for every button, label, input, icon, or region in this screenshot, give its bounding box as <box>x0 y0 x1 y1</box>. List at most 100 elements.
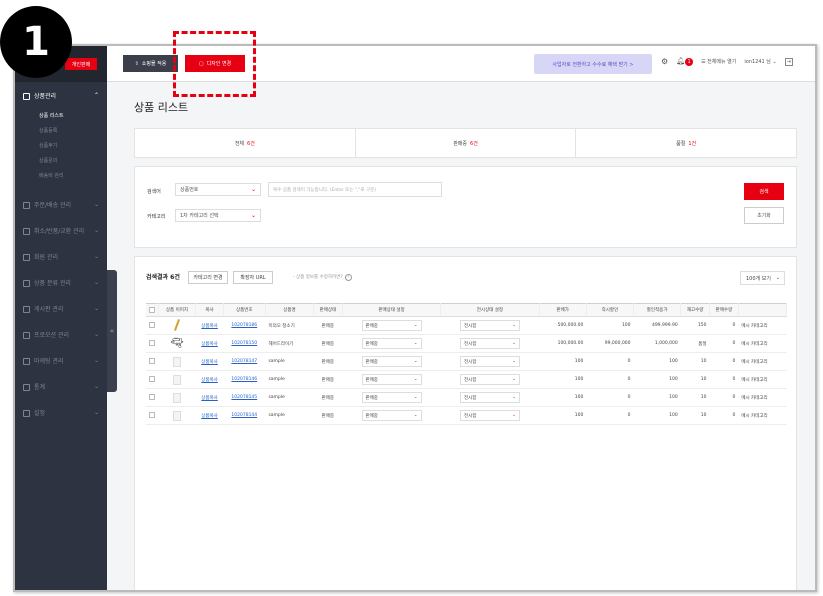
chevron-down-icon: ⌄ <box>93 200 99 208</box>
product-id-link[interactable]: 102078147 <box>231 359 257 364</box>
row-select-cell <box>146 406 158 425</box>
business-promo-button[interactable]: 사업자로 전환하고 수수료 혜택 받기 > <box>534 54 652 74</box>
copy-product-link[interactable]: 상품복사 <box>201 378 218 383</box>
tab-all[interactable]: 전체 6건 <box>135 129 356 157</box>
sidebar-menu-0[interactable]: 상품관리 ⌃ <box>15 82 107 108</box>
display-status-select[interactable]: 전시함 ⌄ <box>459 320 520 331</box>
keyword-type-select[interactable]: 상품번호 ⌄ <box>175 183 261 196</box>
row-checkbox[interactable] <box>149 340 155 347</box>
sidebar-menu-1[interactable]: 주문/배송 관리 ⌄ <box>15 191 107 217</box>
display-status-setting-cell: 전시함 ⌄ <box>440 316 540 335</box>
placeholder-thumbnail <box>172 374 181 385</box>
apply-shop-button[interactable]: ⇧ 쇼핑몰 적용 <box>123 55 178 72</box>
row-checkbox[interactable] <box>149 322 155 329</box>
sidebar-subitem-2[interactable]: 상품후기 <box>15 138 107 153</box>
row-checkbox[interactable] <box>149 376 155 383</box>
row-checkbox[interactable] <box>149 358 155 365</box>
sidebar-subitem-3[interactable]: 상품문의 <box>15 153 107 168</box>
sidebar-menu-7[interactable]: 마케팅 관리 ⌄ <box>15 347 107 373</box>
table-row[interactable]: 상품복사 102078186 미의오 청소기 판매중 판매중 ⌄ 전시함 ⌄ 500,000.0… <box>146 316 787 335</box>
menu-category-icon <box>23 227 30 235</box>
table-row[interactable]: 🔫︎ 상품복사 102078150 헤어드라이기 판매중 판매중 ⌄ 전시함 ⌄ 100,000.… <box>146 334 787 353</box>
product-table: 상품 이미지 복사 상품번호 상품명 판매상태 판매상태 설정 전시상태 설정 판매가 즉시할인… <box>146 303 788 425</box>
sale-status-value: 판매중 <box>365 377 378 383</box>
column-header: 상품명 <box>265 303 314 317</box>
sidebar-menu-2[interactable]: 취소/반품/교환 관리 ⌄ <box>15 217 107 243</box>
display-status-select[interactable]: 전시함 ⌄ <box>459 356 520 367</box>
tab-sold-out-count: 1건 <box>688 140 697 147</box>
stock-quantity: 품절 <box>680 334 710 353</box>
display-status-setting-cell: 전시함 ⌄ <box>440 370 540 389</box>
per-page-select[interactable]: 100개 보기 ⌄ <box>740 271 785 285</box>
tab-on-sale[interactable]: 판매중 6건 <box>356 129 577 157</box>
product-name: sample <box>265 370 314 389</box>
chevron-down-icon: ⌄ <box>512 413 516 418</box>
sale-status: 판매중 <box>313 334 343 353</box>
category-select[interactable]: 1차 카테고리 선택 ⌄ <box>175 209 261 222</box>
gear-icon[interactable]: ⚙ <box>661 57 668 66</box>
copy-product-link[interactable]: 상품복사 <box>201 396 218 401</box>
sidebar-menu-6[interactable]: 프로모션 관리 ⌄ <box>15 321 107 347</box>
extension-url-button[interactable]: 확장자 URL <box>233 271 273 284</box>
chevron-down-icon: ⌄ <box>413 323 418 328</box>
product-id-link[interactable]: 102078145 <box>231 395 257 400</box>
sale-status-select[interactable]: 판매중 ⌄ <box>361 356 422 367</box>
sidebar-menu-8[interactable]: 통계 ⌄ <box>15 373 107 399</box>
sale-status-select[interactable]: 판매중 ⌄ <box>361 374 422 385</box>
help-icon[interactable]: ? <box>344 274 352 281</box>
row-checkbox[interactable] <box>149 412 155 419</box>
table-row[interactable]: 상품복사 102078146 sample 판매중 판매중 ⌄ 전시함 ⌄ 100 0 100 10 0… <box>146 370 787 389</box>
copy-product-link[interactable]: 상품복사 <box>201 414 218 419</box>
row-checkbox[interactable] <box>149 394 155 401</box>
display-status-select[interactable]: 전시함 ⌄ <box>459 374 520 385</box>
sidebar-subitem-4[interactable]: 배송비 관리 <box>15 168 107 183</box>
sidebar-menu-3[interactable]: 회원 관리 ⌄ <box>15 243 107 269</box>
sidebar-collapse-toggle[interactable]: « <box>107 270 117 392</box>
table-row[interactable]: 상품복사 102078145 sample 판매중 판매중 ⌄ 전시함 ⌄ 100 0 100 10 0… <box>146 388 787 407</box>
logout-icon[interactable]: ⇥ <box>784 57 793 66</box>
table-row[interactable]: 상품복사 102078144 sample 판매중 판매중 ⌄ 전시함 ⌄ 100 0 100 10 0… <box>146 406 787 425</box>
tab-sold-out[interactable]: 품절 1건 <box>576 129 796 157</box>
select-all-checkbox[interactable] <box>148 306 155 313</box>
column-header: 전시상태 설정 <box>440 303 540 317</box>
copy-product-link[interactable]: 상품복사 <box>201 342 218 347</box>
chevron-down-icon: ⌄ <box>512 341 516 346</box>
discounted-price: 100 <box>633 370 681 389</box>
product-id-link[interactable]: 102078150 <box>231 341 257 346</box>
sidebar-menu-9[interactable]: 설정 ⌄ <box>15 399 107 425</box>
product-id-link[interactable]: 102078186 <box>231 323 257 328</box>
sale-status-select[interactable]: 판매중 ⌄ <box>361 410 422 421</box>
product-id-link[interactable]: 102078146 <box>231 377 257 382</box>
sidebar-menu-5[interactable]: 게시판 관리 ⌄ <box>15 295 107 321</box>
sidebar-menu-4[interactable]: 상품 분류 관리 ⌄ <box>15 269 107 295</box>
table-row[interactable]: 상품복사 102078147 sample 판매중 판매중 ⌄ 전시함 ⌄ 100 0 100 10 0… <box>146 352 787 371</box>
copy-product-link[interactable]: 상품복사 <box>201 360 218 365</box>
menu-category-icon <box>23 357 30 365</box>
change-category-button[interactable]: 카테고리 변경 <box>188 271 228 284</box>
select-all-cell <box>146 303 159 317</box>
search-button[interactable]: 검색 <box>744 183 784 200</box>
sale-status-select[interactable]: 판매중 ⌄ <box>361 338 422 349</box>
sidebar-subitem-0[interactable]: 상품 리스트 <box>15 108 107 123</box>
sale-status-select[interactable]: 판매중 ⌄ <box>361 392 422 403</box>
chevron-down-icon: ⌄ <box>512 323 516 328</box>
bell-icon[interactable]: 🔔︎ 1 <box>676 57 694 66</box>
user-menu[interactable]: ion1241 님 ⌄ <box>744 58 776 65</box>
chevron-down-icon: ⌄ <box>512 377 516 382</box>
image-cell <box>158 388 196 407</box>
product-id-link[interactable]: 102078144 <box>231 413 257 418</box>
display-status-select[interactable]: 전시함 ⌄ <box>459 338 520 349</box>
copy-product-link[interactable]: 상품복사 <box>201 324 218 329</box>
keyword-type-value: 상품번호 <box>180 187 199 193</box>
sale-status-value: 판매중 <box>365 413 378 419</box>
keyword-input[interactable]: 복수 상품 검색이 가능합니다. (Enter 또는 ","로 구분) <box>268 182 442 197</box>
brand-logo[interactable]: 개인판매 <box>65 58 97 70</box>
reset-button[interactable]: 초기화 <box>744 207 784 224</box>
sale-status-select[interactable]: 판매중 ⌄ <box>361 320 422 331</box>
sidebar-menu-label: 게시판 관리 <box>34 305 64 313</box>
display-status-select[interactable]: 전시함 ⌄ <box>459 410 520 421</box>
product-name: 미의오 청소기 <box>265 316 314 335</box>
all-menu-button[interactable]: ☰ 전체메뉴 열기 <box>701 58 736 65</box>
sidebar-subitem-1[interactable]: 상품등록 <box>15 123 107 138</box>
display-status-select[interactable]: 전시함 ⌄ <box>459 392 520 403</box>
